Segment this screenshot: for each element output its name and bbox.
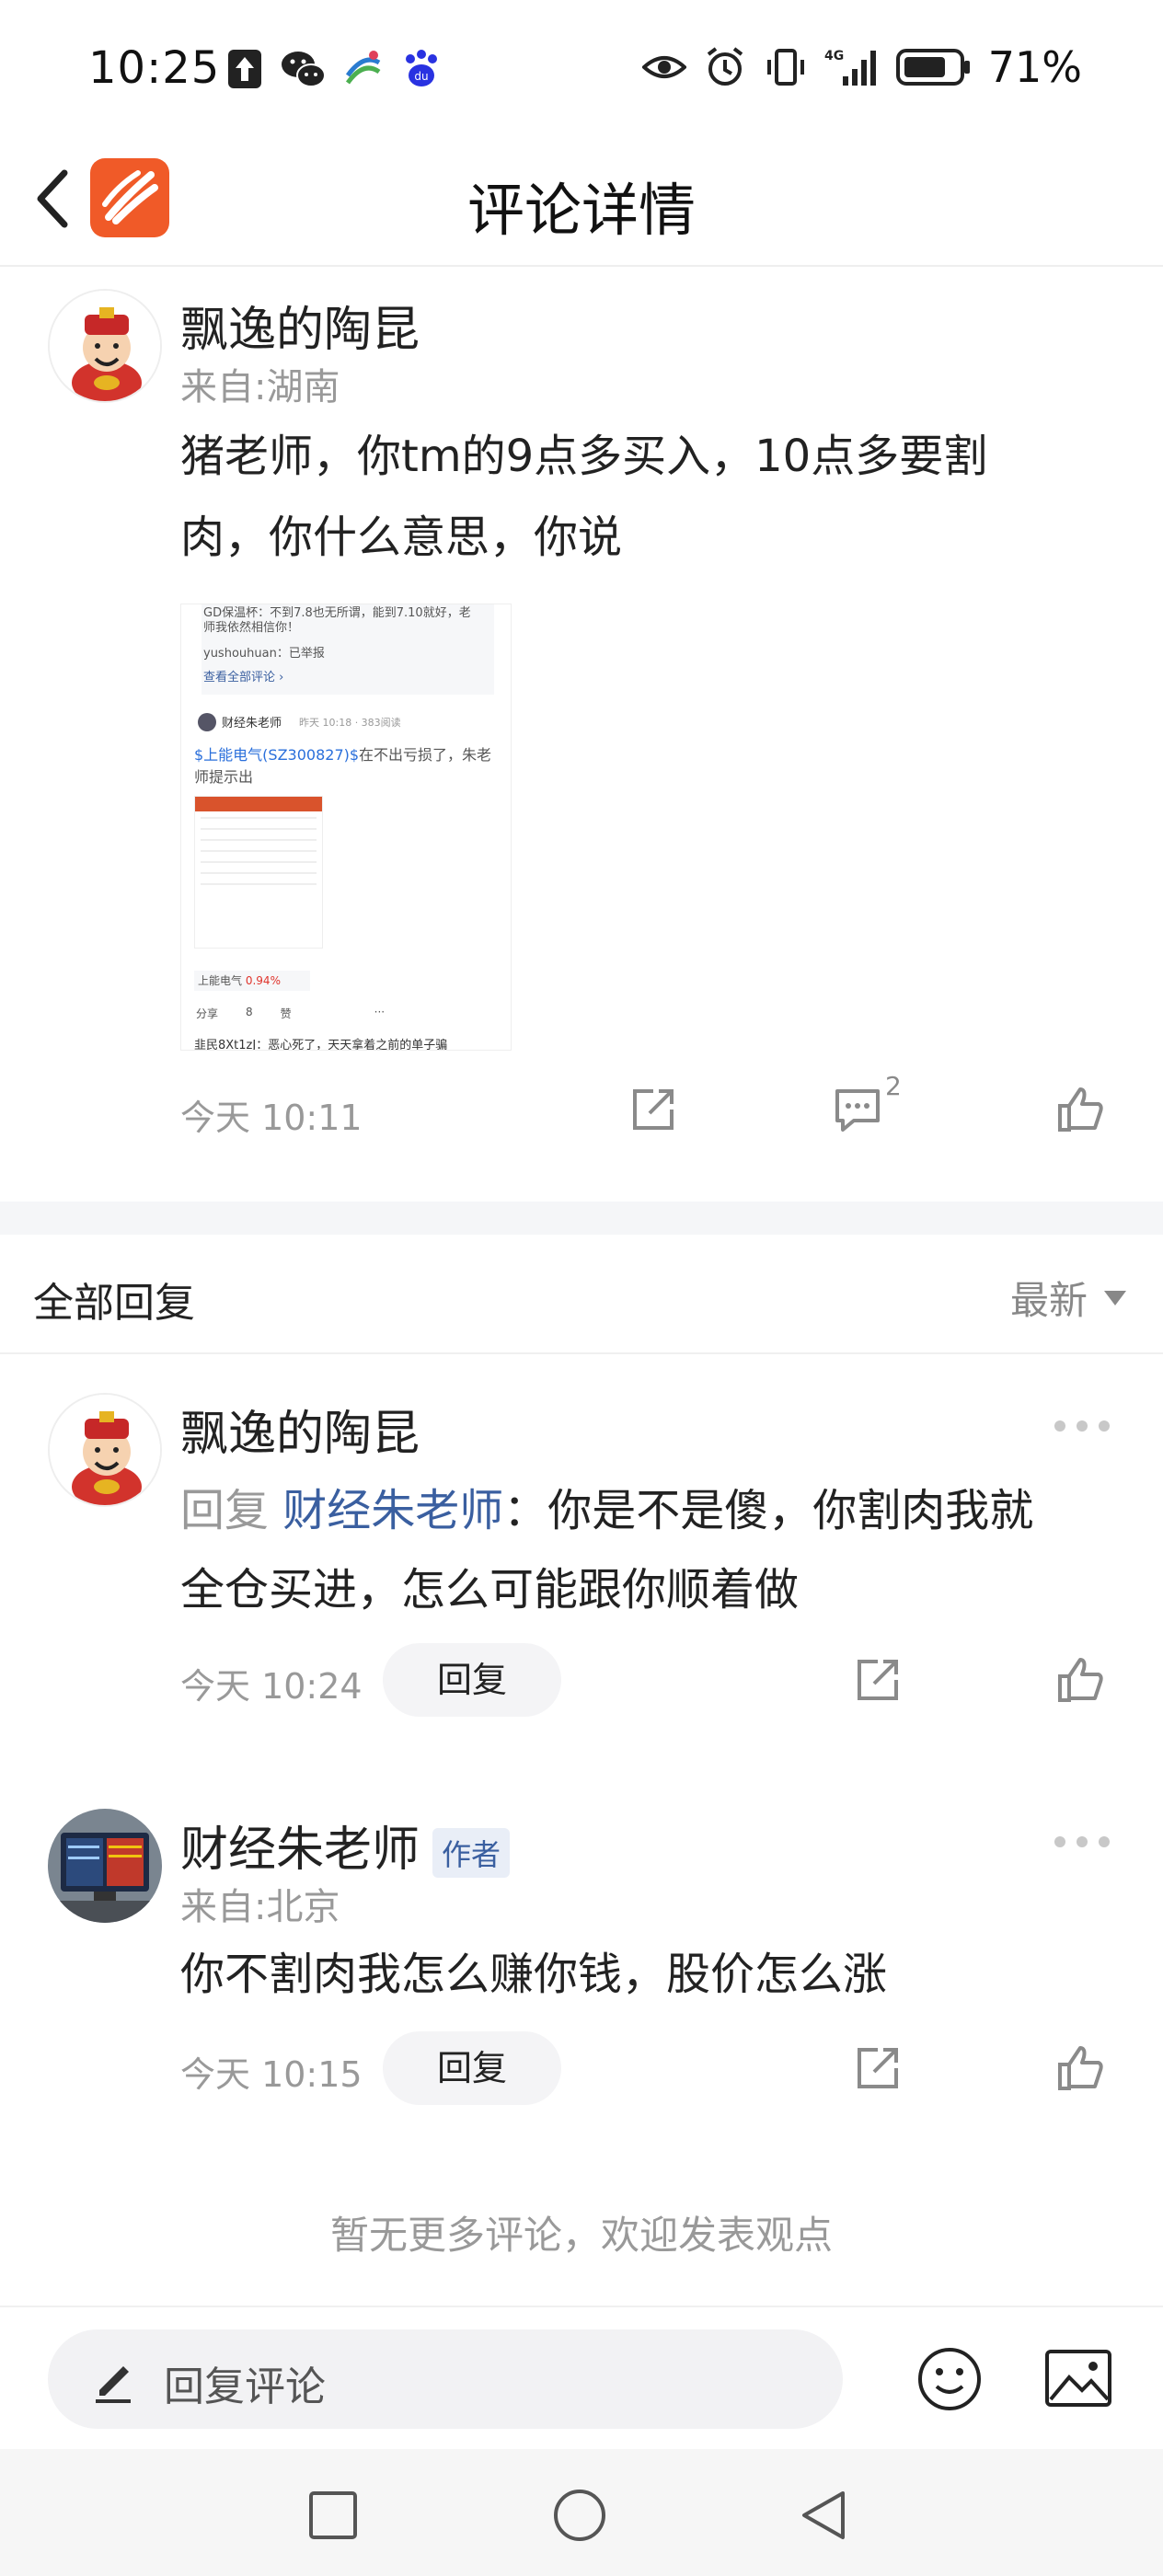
embed-view-all: 查看全部评论 › xyxy=(203,671,284,684)
more-options-icon[interactable] xyxy=(1054,1420,1110,1432)
embed-more-icon: ··· xyxy=(374,1006,386,1018)
caishen-avatar-icon xyxy=(50,1395,160,1505)
like-icon[interactable] xyxy=(1053,1652,1108,1708)
embed-top-text-2: 师我依然相信你！ xyxy=(203,621,300,635)
embed-action-row: 分享 8 赞 ··· xyxy=(196,1006,385,1021)
baidu-icon: du xyxy=(406,50,437,86)
like-icon[interactable] xyxy=(1053,2041,1108,2096)
reply-time: 今天 10:24 xyxy=(180,1666,363,1707)
status-time: 10:25 xyxy=(88,42,221,94)
reply-input[interactable]: 回复评论 xyxy=(48,2329,843,2429)
section-divider xyxy=(0,1202,1163,1235)
reply-text-line-1: 回复 财经朱老师：你是不是傻，你割肉我就 xyxy=(180,1470,1033,1551)
embed-meta: 昨天 10:18 · 383阅读 xyxy=(299,717,401,729)
monitor-avatar-icon xyxy=(48,1809,162,1923)
reply-button[interactable]: 回复 xyxy=(383,1643,561,1717)
embed-bottom-text: 韭民8Xt1zJ：恶心死了，天天拿着之前的单子骗 xyxy=(194,1039,448,1051)
embed-order-image xyxy=(194,796,323,949)
more-options-icon[interactable] xyxy=(1054,1836,1110,1847)
image-icon[interactable] xyxy=(1043,2346,1113,2412)
svg-text:du: du xyxy=(414,70,428,83)
comment-location: 来自:湖南 xyxy=(180,366,340,408)
embed-stock-name: 上能电气 xyxy=(198,974,243,987)
reply-username[interactable]: 飘逸的陶昆 xyxy=(180,1395,420,1464)
no-more-comments-note: 暂无更多评论，欢迎发表观点 xyxy=(329,2213,833,2258)
embed-reply-user: yushouhuan：已举报 xyxy=(203,647,325,661)
avatar[interactable] xyxy=(48,289,162,403)
chevron-down-icon xyxy=(1104,1290,1126,1305)
reply-input-bar: 回复评论 xyxy=(0,2306,1163,2449)
embed-post-text-1: 在不出亏损了，朱老 xyxy=(359,746,492,764)
reply-text-part: ：你是不是傻，你割肉我就 xyxy=(503,1485,1034,1536)
eye-icon xyxy=(641,56,686,78)
reply-username[interactable]: 财经朱老师 xyxy=(180,1823,420,1878)
comment-username[interactable]: 飘逸的陶昆 xyxy=(180,291,420,360)
replies-header: 全部回复 最新 xyxy=(0,1235,1163,1354)
embed-stock-change: 0.94% xyxy=(245,974,281,987)
reply-button[interactable]: 回复 xyxy=(383,2031,561,2105)
comment-text-line-2: 肉，你什么意思，你说 xyxy=(180,512,623,563)
vibrate-icon xyxy=(766,49,804,86)
recent-apps-icon[interactable] xyxy=(305,2488,361,2543)
share-icon[interactable] xyxy=(850,1652,905,1708)
notification-icons: du xyxy=(226,48,442,90)
comment-time: 今天 10:11 xyxy=(180,1098,363,1138)
share-icon[interactable] xyxy=(626,1082,681,1137)
home-icon[interactable] xyxy=(552,2488,607,2543)
comment-image[interactable]: GD保温杯：不到7.8也无所谓，能到7.10就好，老 师我依然相信你！ yush… xyxy=(180,604,512,1051)
reply-prefix: 回复 xyxy=(180,1485,270,1536)
embed-author: 财经朱老师 xyxy=(222,717,282,730)
author-badge: 作者 xyxy=(432,1828,511,1878)
reply-target-user[interactable]: 财经朱老师 xyxy=(282,1485,503,1536)
caishen-avatar-icon xyxy=(50,291,160,401)
system-nav-bar xyxy=(0,2449,1163,2576)
embed-stock-link: $上能电气(SZ300827)$ xyxy=(194,746,360,764)
svg-text:4G: 4G xyxy=(824,49,844,63)
embed-likes: 赞 xyxy=(280,1007,292,1020)
avatar[interactable] xyxy=(48,1393,162,1507)
page-title: 评论详情 xyxy=(466,177,696,244)
battery-percent: 71% xyxy=(987,42,1082,92)
embed-comment-box: GD保温杯：不到7.8也无所谓，能到7.10就好，老 师我依然相信你！ yush… xyxy=(202,604,494,695)
embed-comments: 8 xyxy=(246,1006,253,1018)
pencil-icon xyxy=(96,2366,131,2403)
reply-time: 今天 10:15 xyxy=(180,2054,363,2095)
replies-title: 全部回复 xyxy=(33,1280,195,1327)
alarm-icon xyxy=(707,47,743,86)
upload-notification-icon xyxy=(228,50,261,88)
comment-count: 2 xyxy=(885,1071,902,1101)
system-status-icons: 4G 71% xyxy=(641,42,1082,92)
sort-label: 最新 xyxy=(1009,1278,1088,1323)
reply-text-line-2: 全仓买进，怎么可能跟你顺着做 xyxy=(180,1564,800,1616)
embed-post-text-2: 师提示出 xyxy=(194,768,254,786)
reply-input-placeholder: 回复评论 xyxy=(164,2363,326,2410)
battery-icon xyxy=(895,49,970,86)
embed-author-avatar xyxy=(198,713,216,731)
wechat-icon xyxy=(282,52,326,87)
status-bar: 10:25 du 4G 71% xyxy=(0,0,1163,138)
embed-stock-chip: 上能电气 0.94% xyxy=(194,971,310,991)
embed-share: 分享 xyxy=(196,1007,219,1020)
comment-text-line-1: 猪老师，你tm的9点多买入，10点多要割 xyxy=(180,431,988,482)
emoji-icon[interactable] xyxy=(916,2346,983,2412)
title-bar: 评论详情 xyxy=(0,138,1163,267)
reply-text: 你不割肉我怎么赚你钱，股价怎么涨 xyxy=(180,1949,888,2000)
like-icon[interactable] xyxy=(1053,1082,1108,1137)
avatar[interactable] xyxy=(48,1809,162,1923)
share-icon[interactable] xyxy=(850,2041,905,2096)
comment-icon[interactable] xyxy=(830,1082,885,1137)
reply-username-row: 财经朱老师 作者 xyxy=(180,1811,511,1880)
signal-icon: 4G xyxy=(824,49,876,86)
reply-location: 来自:北京 xyxy=(180,1886,340,1928)
back-triangle-icon[interactable] xyxy=(797,2488,852,2543)
china-mobile-icon xyxy=(345,51,381,85)
sort-dropdown[interactable]: 最新 xyxy=(1010,1270,1126,1326)
embed-post-text: $上能电气(SZ300827)$在不出亏损了，朱老 xyxy=(194,742,491,765)
